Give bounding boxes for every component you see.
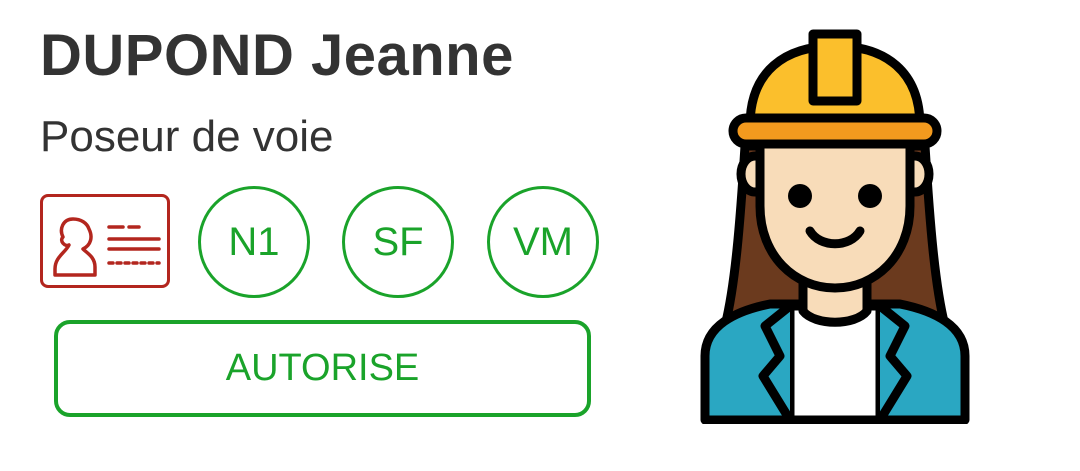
badge-label: SF (372, 219, 424, 264)
qualification-badges: N1 SF VM (40, 186, 620, 302)
id-card-icon[interactable] (40, 194, 170, 288)
badge-label: N1 (228, 219, 280, 264)
worker-name: DUPOND Jeanne (40, 23, 514, 88)
status-authorized-button[interactable]: AUTORISE (54, 320, 591, 417)
badge-sf[interactable]: SF (342, 186, 454, 298)
status-label: AUTORISE (225, 347, 420, 389)
worker-avatar-icon (685, 26, 985, 425)
badge-vm[interactable]: VM (487, 186, 599, 298)
badge-label: VM (513, 219, 573, 264)
badge-n1[interactable]: N1 (198, 186, 310, 298)
worker-role: Poseur de voie (40, 112, 334, 161)
id-card-glyph (53, 217, 161, 277)
